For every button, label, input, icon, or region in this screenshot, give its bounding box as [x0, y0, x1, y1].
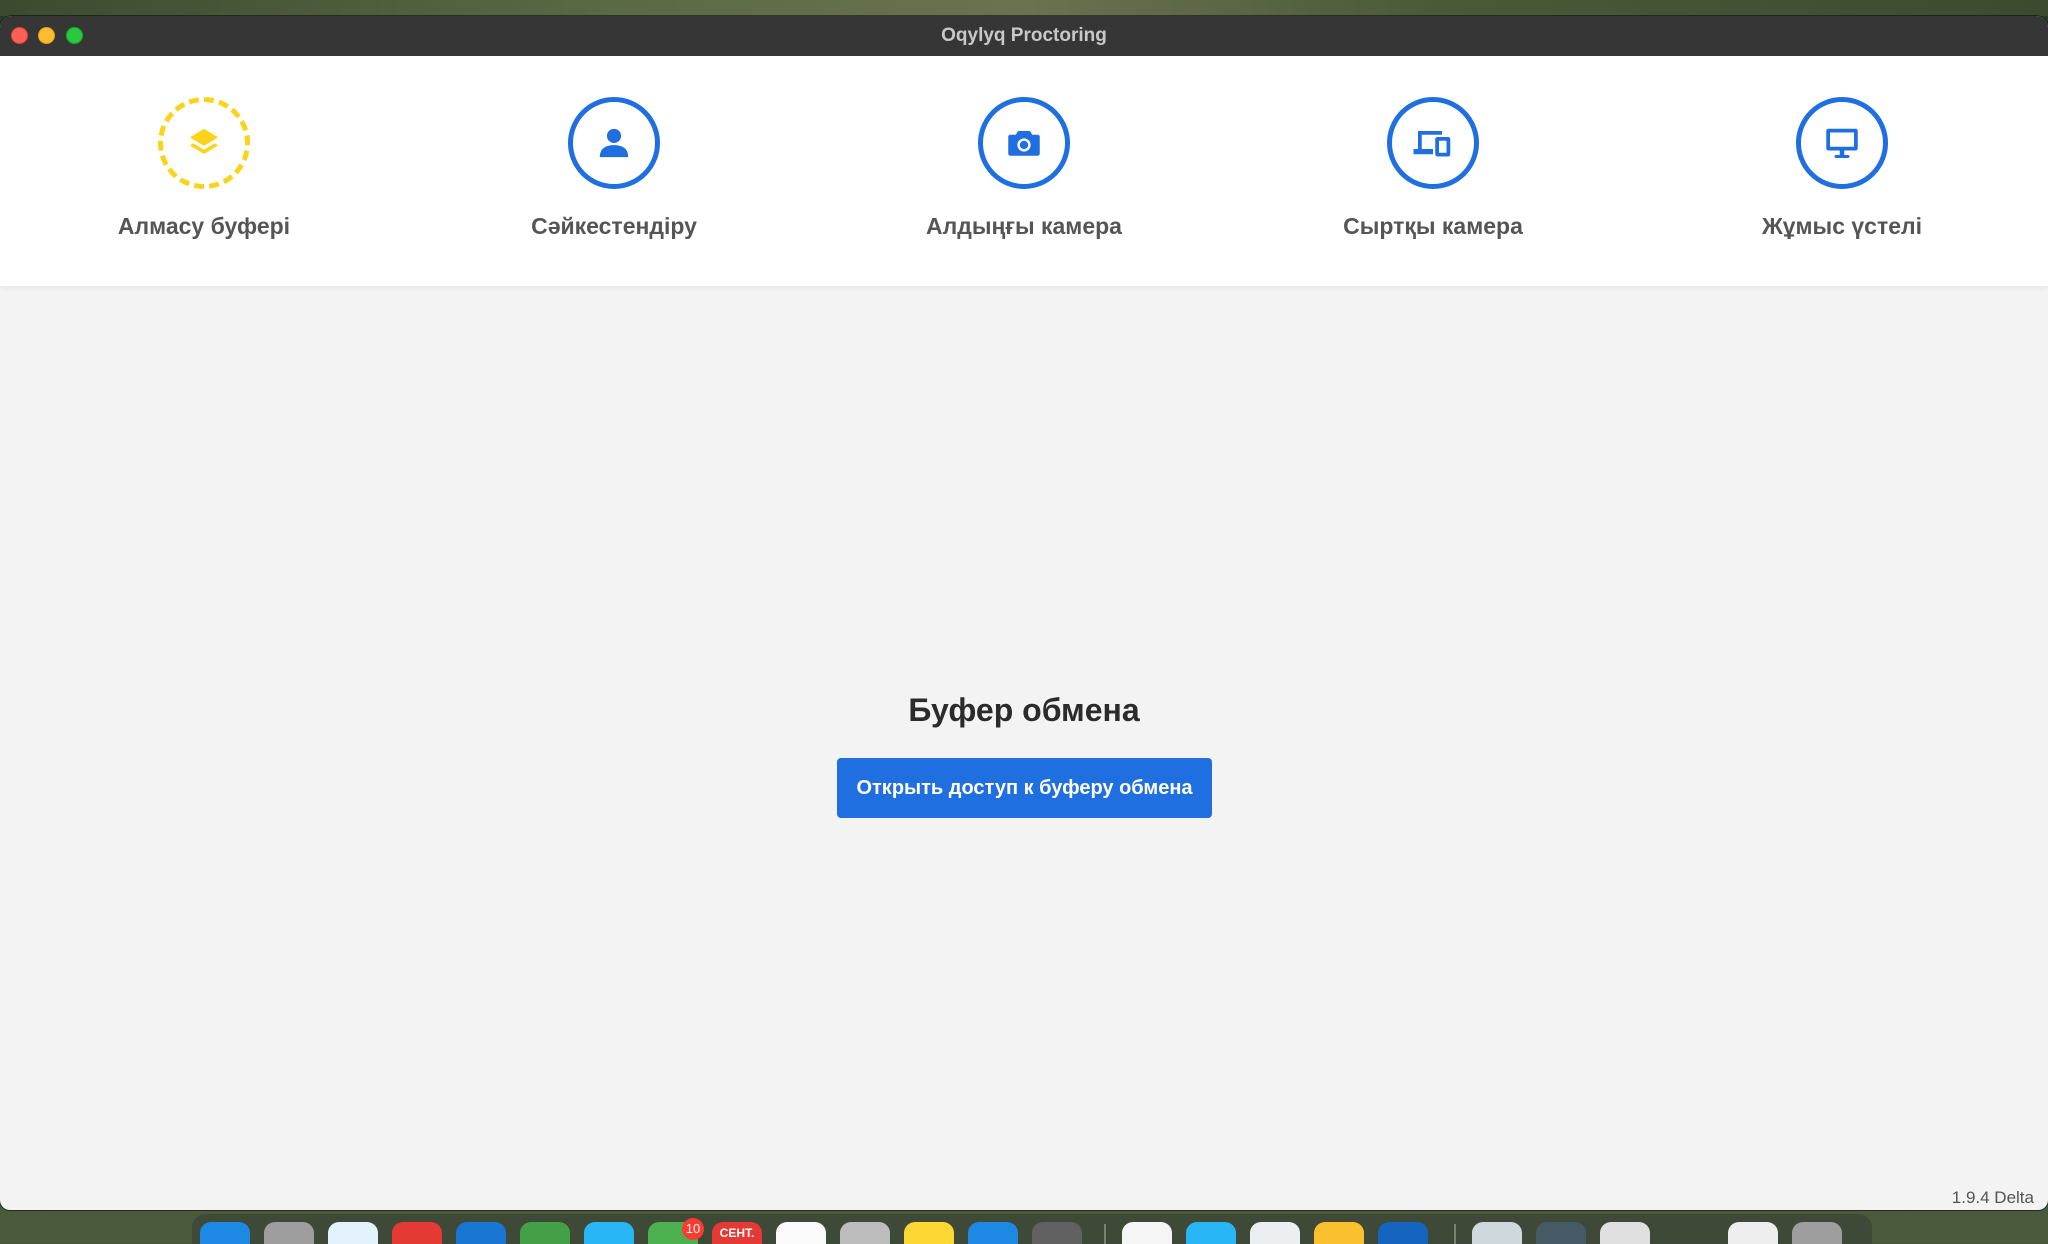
proctoring-app-icon[interactable]: [1186, 1222, 1236, 1244]
dock-separator: [1454, 1224, 1456, 1244]
telegram-icon[interactable]: [584, 1222, 634, 1244]
window-preview-icon[interactable]: [1536, 1222, 1586, 1244]
app-store-icon[interactable]: [968, 1222, 1018, 1244]
step-external-camera[interactable]: Сыртқы камера: [1303, 56, 1563, 286]
calendar-month-label: СЕНТ.: [719, 1226, 755, 1240]
safari-icon[interactable]: [328, 1222, 378, 1244]
step-desktop-label: Жұмыс үстелі: [1761, 213, 1923, 239]
dock-separator: [1104, 1224, 1106, 1244]
title-bar[interactable]: Oqylyq Proctoring: [0, 16, 2048, 57]
section-title: Буфер обмена: [908, 692, 1140, 728]
step-clipboard[interactable]: Алмасу буфері: [74, 56, 334, 286]
monitor-icon: [1826, 128, 1858, 158]
window-preview-icon[interactable]: [1728, 1222, 1778, 1244]
calendar-icon[interactable]: СЕНТ.: [712, 1222, 762, 1244]
step-clipboard-indicator: [158, 97, 250, 189]
whatsapp-icon[interactable]: [520, 1222, 570, 1244]
step-desktop-indicator: [1796, 97, 1888, 189]
word-icon[interactable]: [1250, 1222, 1300, 1244]
step-desktop[interactable]: Жұмыс үстелі: [1712, 56, 1972, 286]
step-identification[interactable]: Сәйкестендіру: [484, 56, 744, 286]
layers-icon: [189, 128, 219, 155]
app-icon[interactable]: [1314, 1222, 1364, 1244]
step-identification-label: Сәйкестендіру: [531, 213, 697, 239]
notes-icon[interactable]: [904, 1222, 954, 1244]
trash-icon[interactable]: [1792, 1222, 1842, 1244]
documents-stack-icon[interactable]: [1472, 1222, 1522, 1244]
step-external-camera-indicator: [1387, 97, 1479, 189]
window-preview-icon[interactable]: [1600, 1222, 1650, 1244]
macos-dock: 10 СЕНТ.: [192, 1214, 1872, 1244]
step-navigation: Алмасу буфері Сәйкестендіру Алдыңғы каме…: [0, 56, 2048, 286]
step-front-camera-indicator: [978, 97, 1070, 189]
reminders-icon[interactable]: [776, 1222, 826, 1244]
chrome-icon[interactable]: [392, 1222, 442, 1244]
app-window: Oqylyq Proctoring Алмасу буфері Сәйкесте…: [0, 16, 2048, 1210]
iphone-mirroring-icon[interactable]: [840, 1222, 890, 1244]
system-settings-icon[interactable]: [1032, 1222, 1082, 1244]
step-identification-indicator: [568, 97, 660, 189]
finder-icon[interactable]: [200, 1222, 250, 1244]
version-label: 1.9.4 Delta: [1951, 1188, 2034, 1207]
messages-badge: 10: [682, 1218, 704, 1240]
devices-icon: [1413, 131, 1451, 157]
step-front-camera[interactable]: Алдыңғы камера: [894, 56, 1154, 286]
launchpad-icon[interactable]: [264, 1222, 314, 1244]
window-title: Oqylyq Proctoring: [941, 25, 1107, 46]
desktop-wallpaper: [0, 0, 2048, 16]
mail-icon[interactable]: [456, 1222, 506, 1244]
step-clipboard-label: Алмасу буфері: [117, 213, 291, 239]
user-icon: [599, 128, 629, 158]
step-front-camera-label: Алдыңғы камера: [926, 213, 1122, 239]
books-icon[interactable]: [1378, 1222, 1428, 1244]
grant-clipboard-access-button[interactable]: Открыть доступ к буферу обмена: [837, 758, 1212, 818]
vscode-icon[interactable]: [1122, 1222, 1172, 1244]
step-external-camera-label: Сыртқы камера: [1343, 213, 1523, 239]
camera-icon: [1008, 131, 1040, 156]
